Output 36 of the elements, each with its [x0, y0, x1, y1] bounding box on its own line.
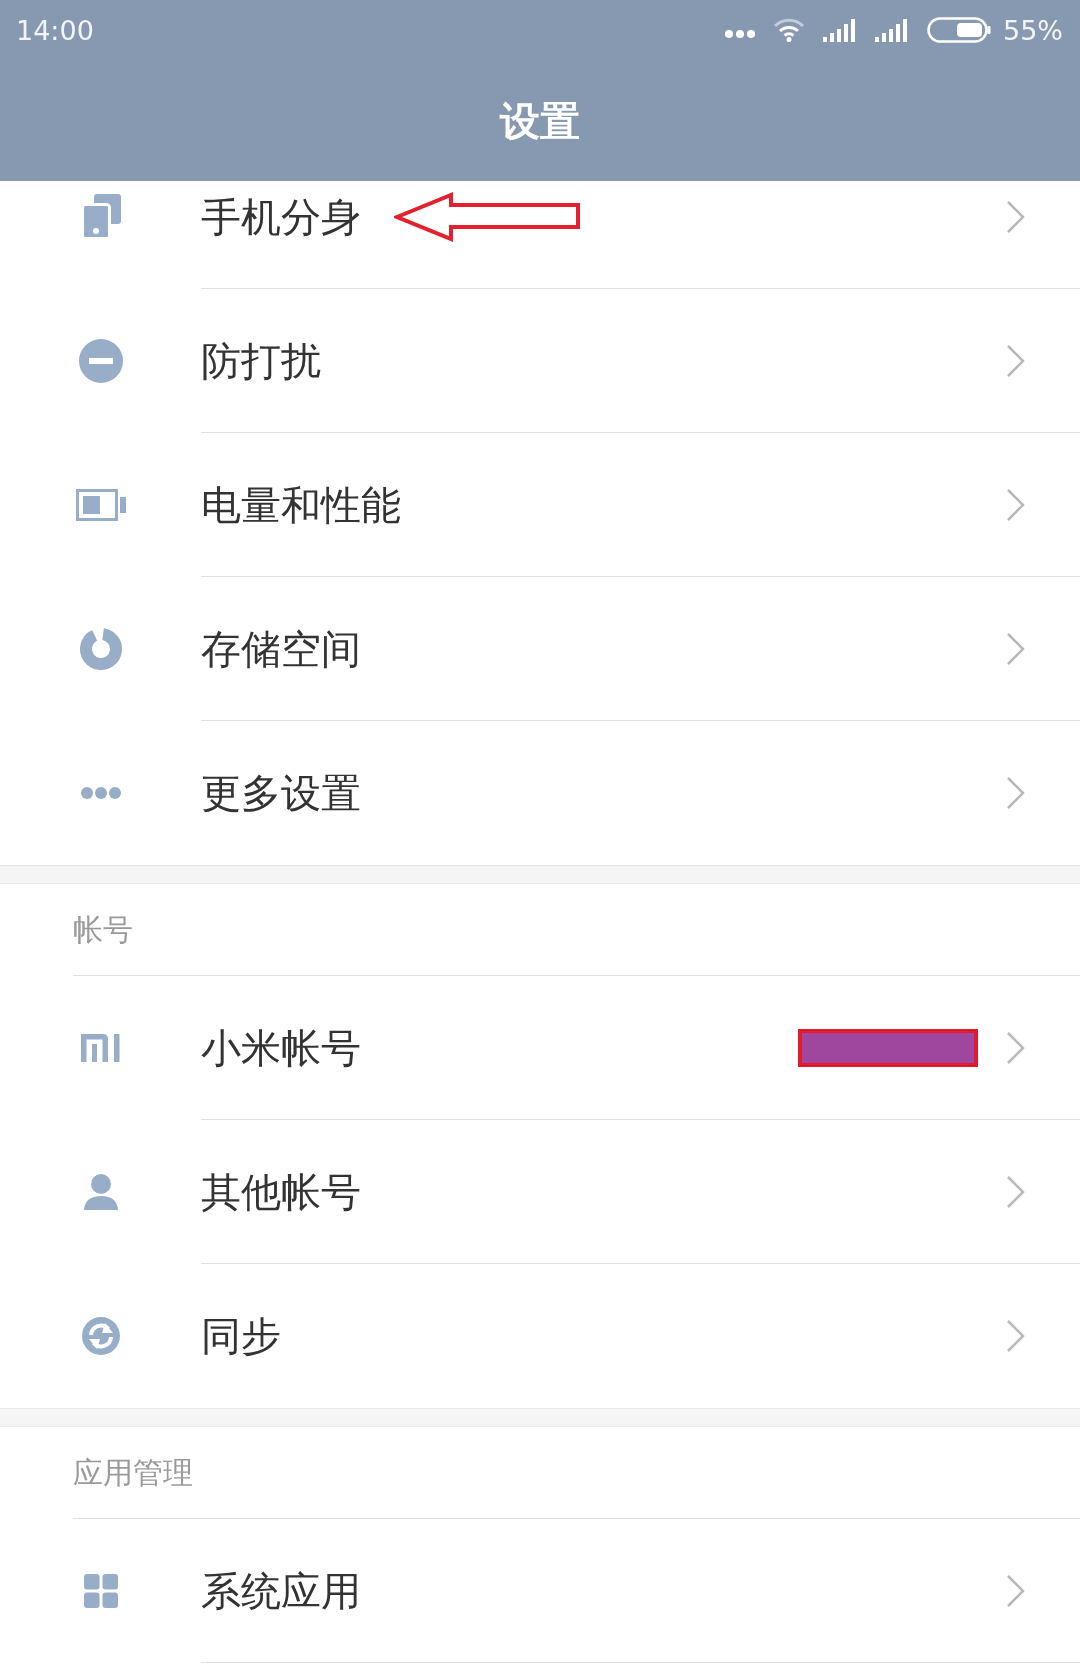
settings-item[interactable]: 存储空间: [0, 577, 1080, 721]
settings-item[interactable]: 同步: [0, 1264, 1080, 1408]
sync-icon: [81, 1317, 120, 1355]
minus-circle-icon: [78, 339, 123, 383]
settings-item[interactable]: 防打扰: [0, 289, 1080, 433]
chevron-right-icon: [1006, 631, 1025, 666]
battery-percent: 55%: [1003, 16, 1063, 44]
signal-icon: [823, 18, 857, 42]
more-dots-icon: [725, 30, 755, 38]
settings-item[interactable]: 手机分身: [0, 181, 1080, 289]
signal-icon: [875, 18, 909, 42]
grid-icon: [83, 1574, 118, 1608]
chevron-right-icon: [1006, 1319, 1025, 1353]
chevron-right-icon: [1006, 776, 1025, 810]
battery-icon: [75, 489, 126, 521]
settings-item[interactable]: 电量和性能: [0, 433, 1080, 577]
logo-icon: [80, 1034, 121, 1062]
more-dots-icon: [80, 787, 121, 799]
settings-item[interactable]: 系统应用: [0, 1519, 1080, 1663]
settings-item[interactable]: 小米帐号: [0, 976, 1080, 1120]
page-title: 设置: [500, 100, 580, 141]
settings-item[interactable]: 其他帐号: [0, 1120, 1080, 1264]
settings-item[interactable]: 更多设置: [0, 721, 1080, 865]
chevron-right-icon: [1006, 1174, 1025, 1209]
wifi-icon: [773, 18, 805, 42]
chevron-right-icon: [1006, 1030, 1025, 1065]
ring-chart-icon: [79, 628, 122, 670]
section-header: 应用管理: [73, 1457, 193, 1488]
person-icon: [82, 1174, 119, 1210]
chevron-right-icon: [1006, 199, 1025, 234]
status-time: 14:00: [16, 16, 94, 44]
battery-icon: [927, 17, 991, 43]
chevron-right-icon: [1006, 1573, 1025, 1608]
chevron-right-icon: [1006, 487, 1025, 522]
section-header: 帐号: [73, 914, 133, 945]
chevron-right-icon: [1006, 343, 1025, 378]
